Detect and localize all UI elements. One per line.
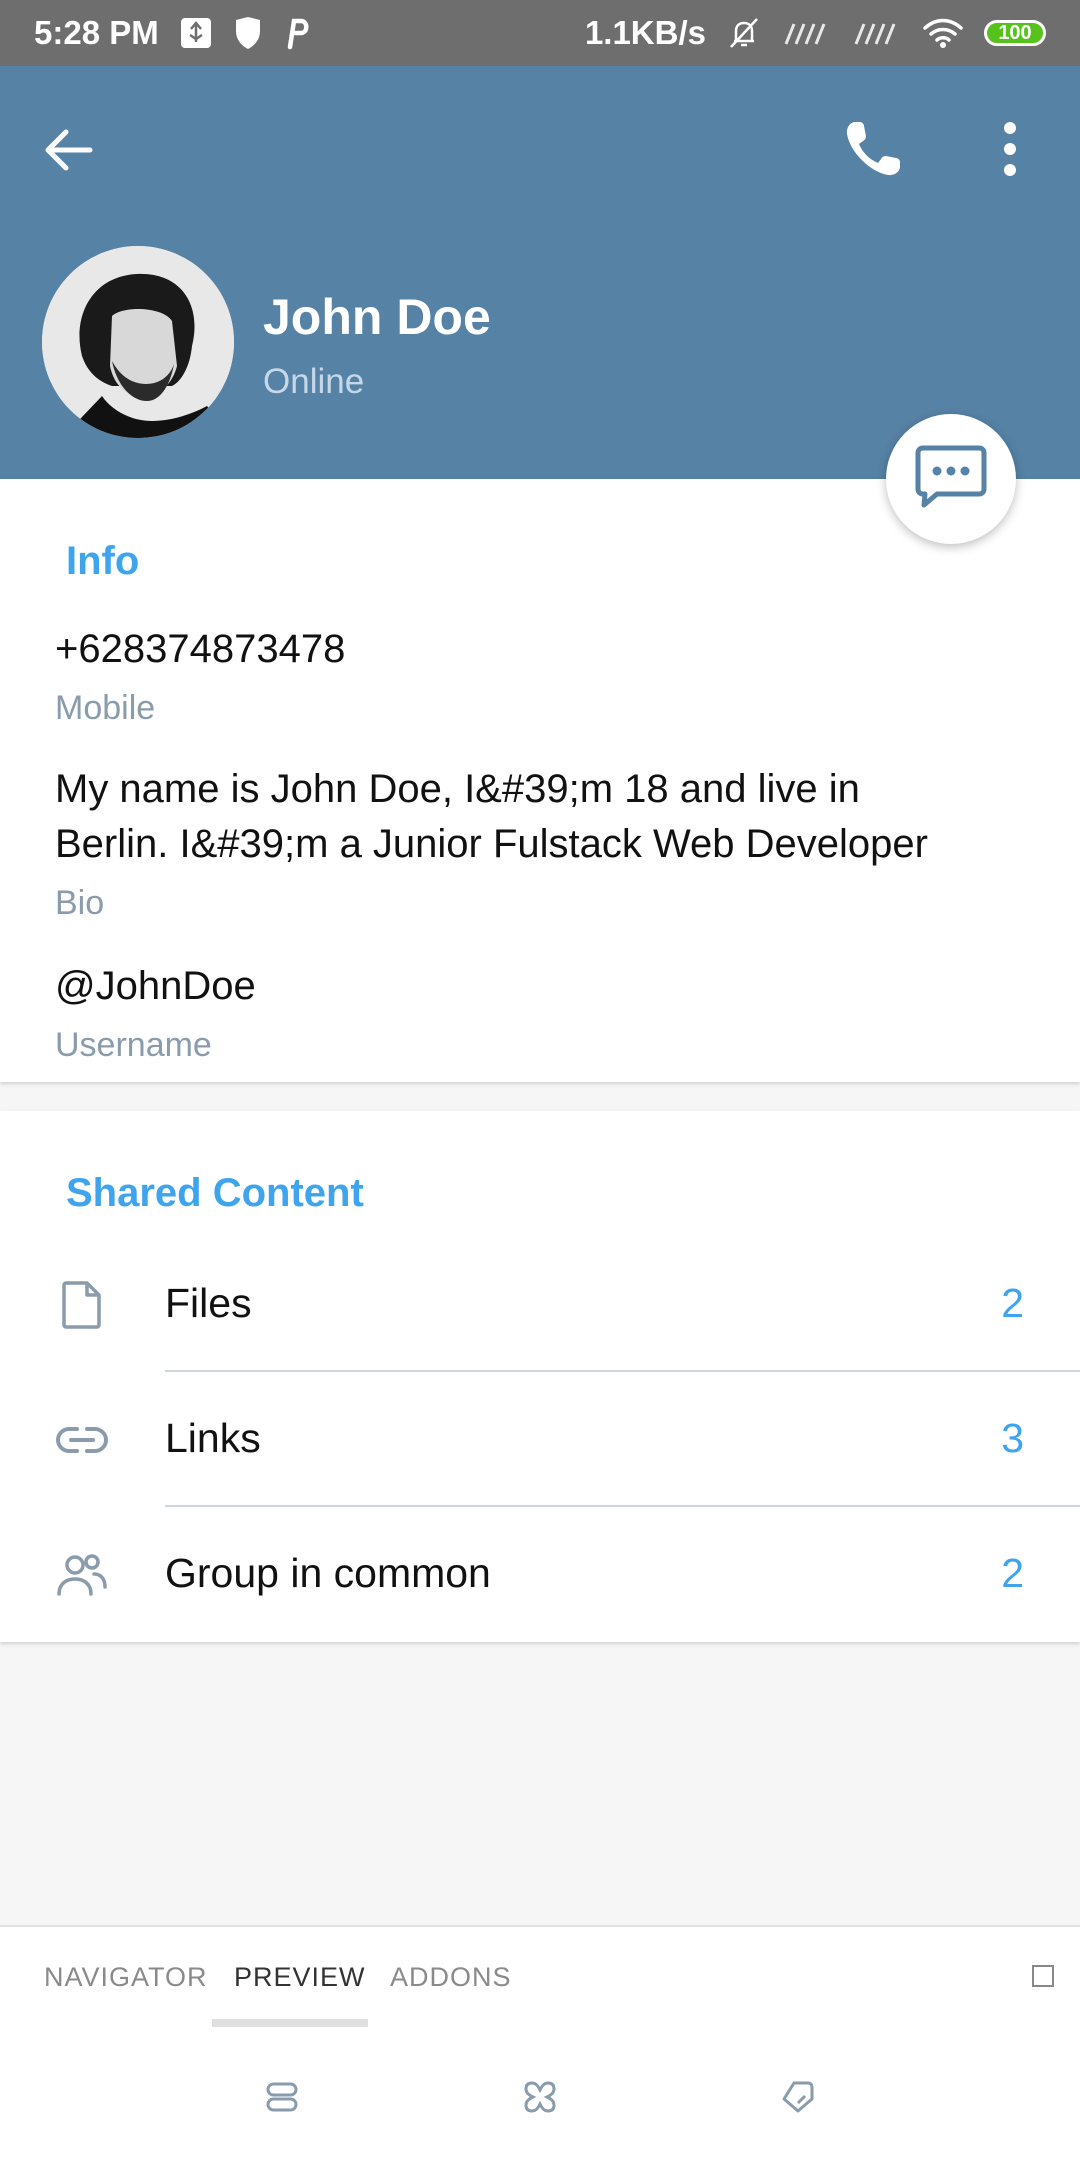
shared-item-label: Group in common [165,1550,491,1596]
info-title: Info [66,539,140,583]
shared-item-groups[interactable]: Group in common 2 [0,1507,1080,1642]
shared-item-links[interactable]: Links 3 [0,1372,1080,1507]
message-button[interactable] [886,414,1016,544]
network-speed: 1.1KB/s [584,14,706,51]
status-bar: 5:28 PM 1.1KB/s 100 [0,0,1080,66]
phone-label: Mobile [55,689,156,727]
shared-item-count: 2 [1001,1550,1024,1596]
more-vertical-icon[interactable] [990,116,1030,182]
link-icon [52,1410,112,1470]
status-time: 5:28 PM [34,14,159,51]
avatar[interactable] [42,246,234,438]
profile-header: John Doe Online [0,66,1080,479]
back-icon[interactable] [778,2077,818,2117]
file-icon [52,1275,112,1335]
shield-icon [233,16,263,50]
status-bar-right: 1.1KB/s 100 [585,14,1046,52]
bio-label: Bio [55,884,105,922]
tab-navigator[interactable]: NAVIGATOR [44,1927,208,2027]
username-value[interactable]: @JohnDoe [55,959,256,1014]
tab-addons[interactable]: ADDONS [390,1927,512,2027]
phone-value[interactable]: +628374873478 [55,622,345,677]
signal-no-service-icon [782,18,832,48]
system-nav-bar [0,2029,1080,2160]
recent-apps-icon[interactable] [262,2077,302,2117]
shared-item-count: 3 [1001,1415,1024,1461]
muted-bell-icon [726,15,762,51]
info-card: Info +628374873478 Mobile My name is Joh… [0,479,1080,1082]
shared-item-files[interactable]: Files 2 [0,1237,1080,1372]
bio-value-line1: My name is John Doe, I&#39;m 18 and live… [55,767,860,811]
profile-name: John Doe [263,289,491,345]
profile-status: Online [263,362,365,401]
message-icon [915,444,987,515]
username-label: Username [55,1026,212,1064]
home-icon[interactable] [520,2077,560,2117]
active-tab-indicator [212,2019,368,2027]
users-icon [52,1545,112,1605]
shared-content-title: Shared Content [66,1171,364,1215]
shared-item-label: Links [165,1415,261,1461]
shared-item-count: 2 [1001,1280,1024,1326]
square-icon[interactable] [1032,1965,1054,1987]
status-bar-left: 5:28 PM [34,14,311,52]
arrow-left-icon[interactable] [38,120,98,180]
battery-indicator: 100 [984,20,1046,46]
signal-no-service-icon-2 [852,18,902,48]
bio-value-line2: Berlin. I&#39;m a Junior Fulstack Web De… [55,822,928,866]
tab-preview[interactable]: PREVIEW [234,1927,366,2027]
phone-icon[interactable] [838,114,908,184]
shared-item-label: Files [165,1280,252,1326]
wifi-icon [922,17,964,49]
shared-content-card: Shared Content Files 2 Links 3 Group in … [0,1111,1080,1642]
p-app-icon [283,16,311,50]
tab-bar: NAVIGATOR PREVIEW ADDONS [0,1925,1080,2031]
usb-icon [179,16,213,50]
